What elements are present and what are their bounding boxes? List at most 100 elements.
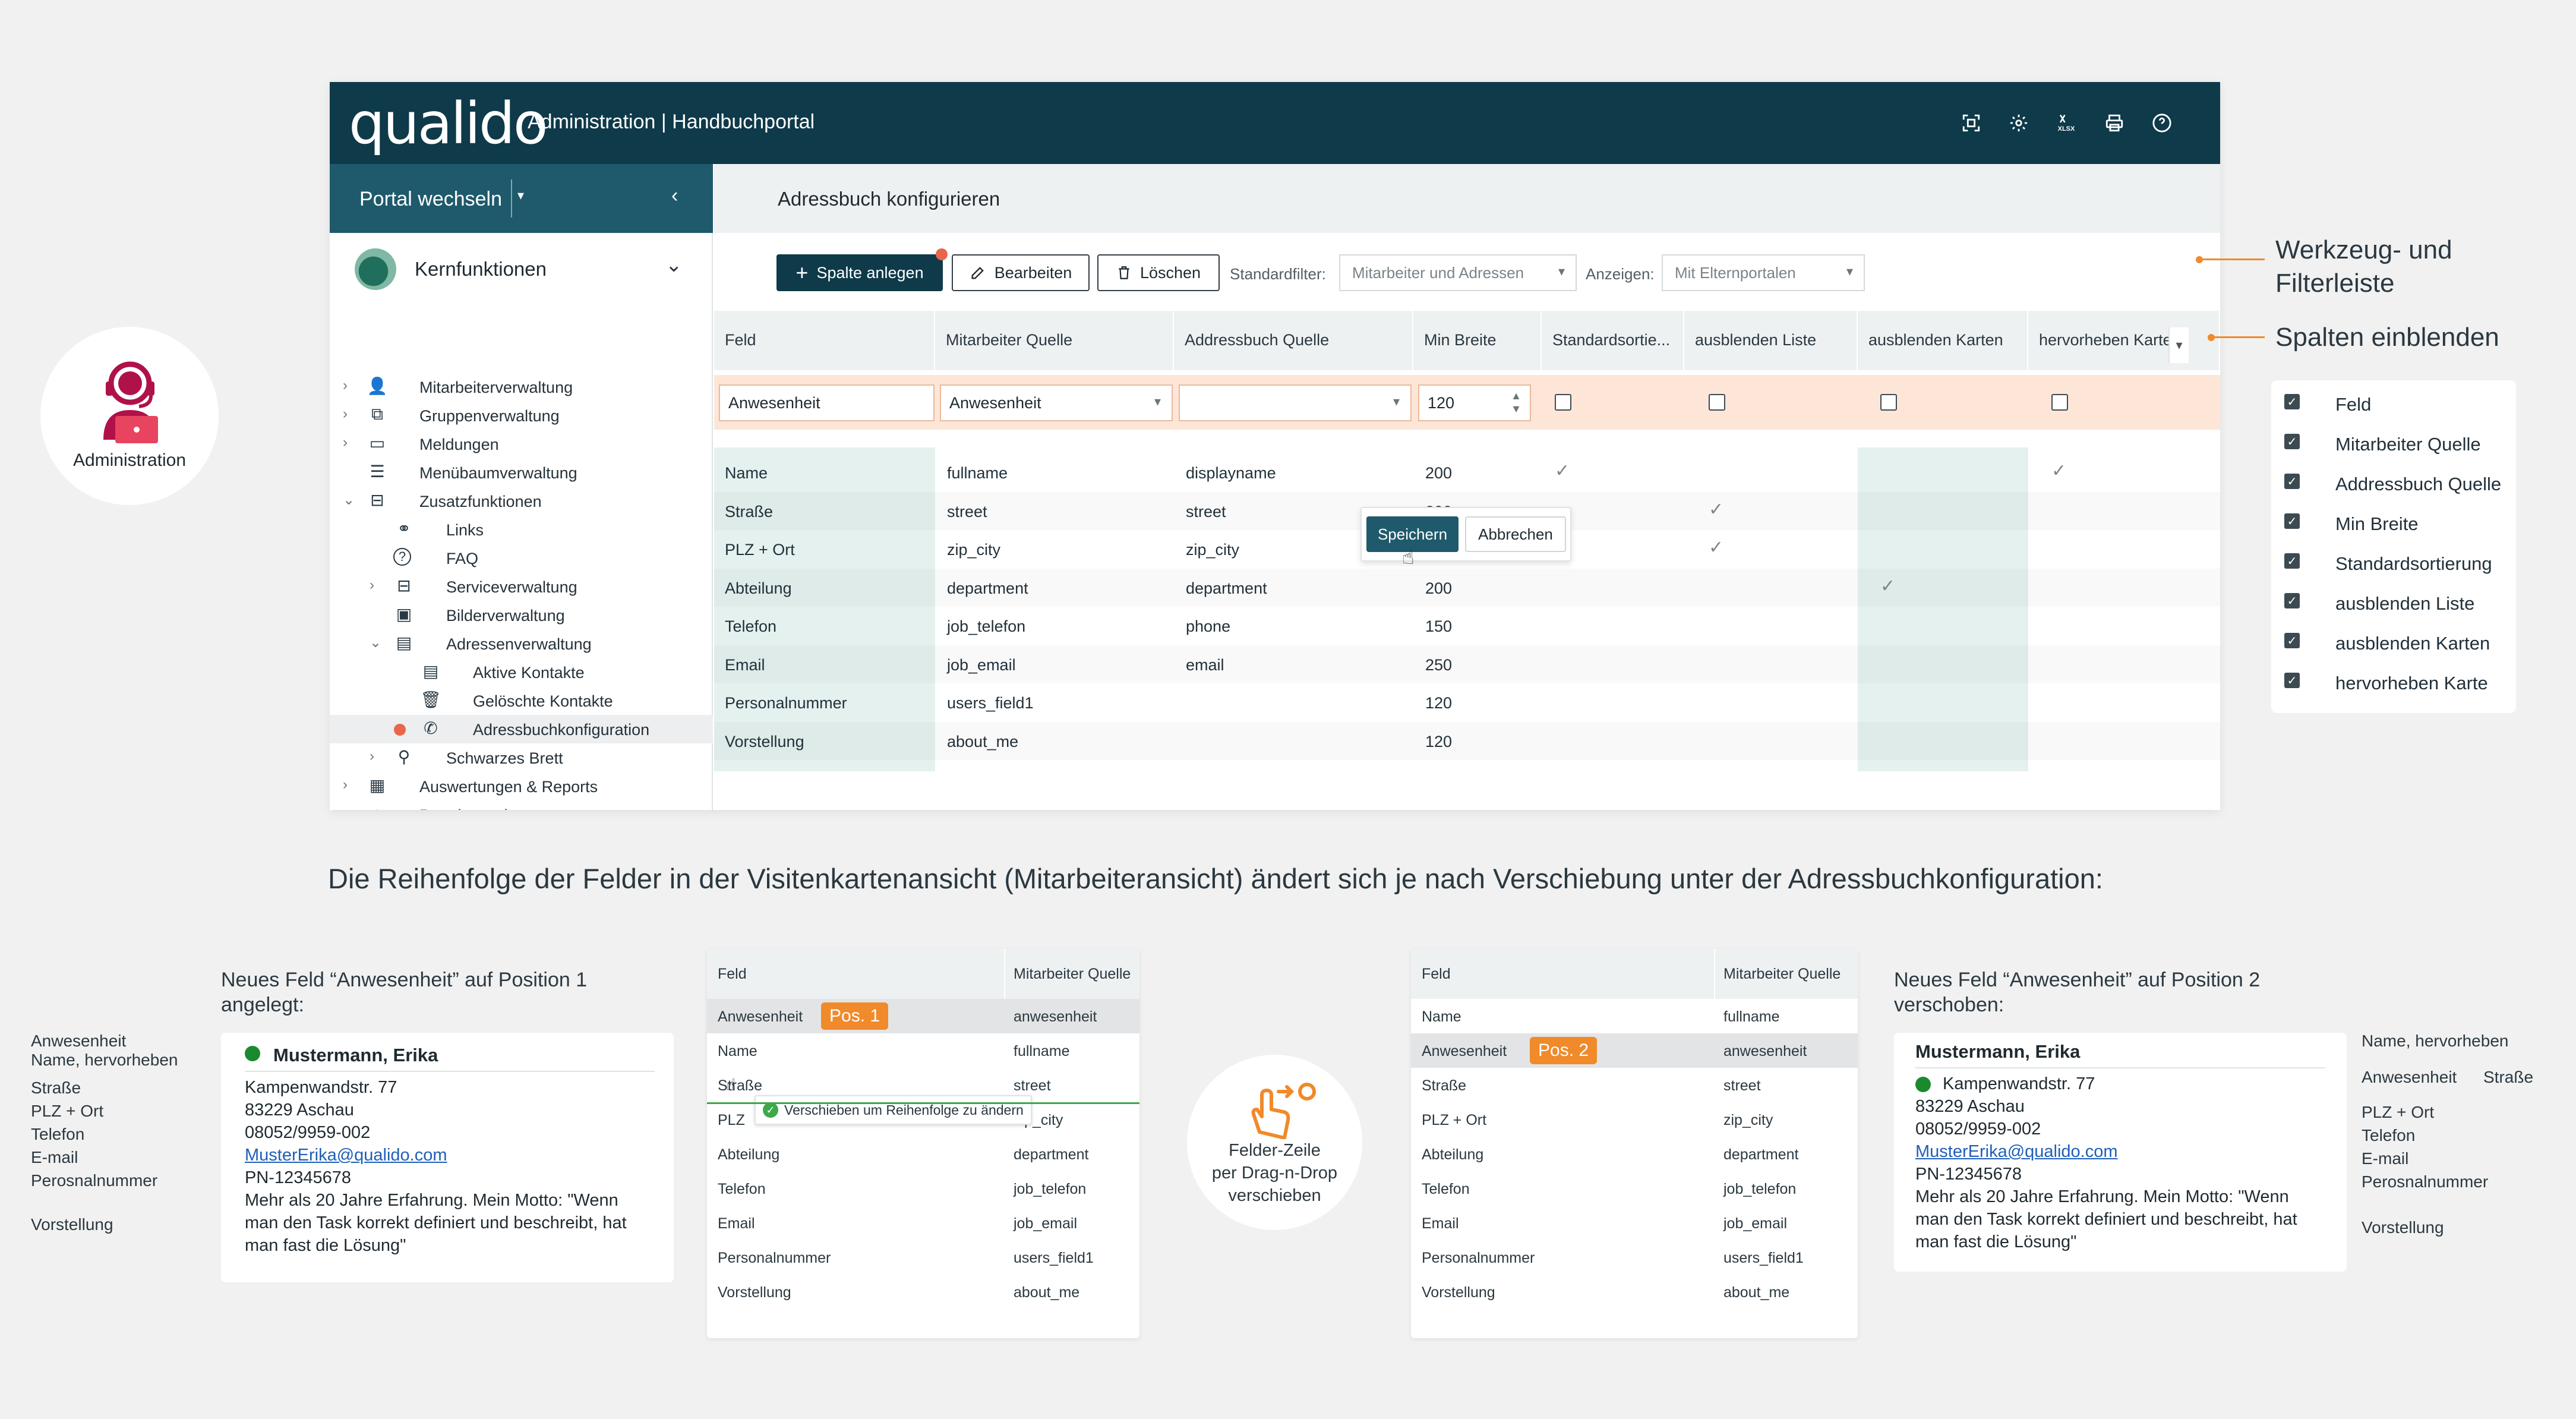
table-row[interactable]: Email job_email: [707, 1206, 1139, 1240]
table-row[interactable]: Abteilung department: [707, 1137, 1139, 1171]
column-toggle[interactable]: ✓ Standardsortierung: [2271, 543, 2516, 582]
chevron-down-icon[interactable]: ⌄: [665, 253, 683, 277]
table-row[interactable]: Name fullname: [707, 1033, 1139, 1068]
chevron-right-icon[interactable]: ›: [370, 577, 374, 594]
sidebar-item[interactable]: › ⊟ Serviceverwaltung: [330, 572, 713, 601]
column-header[interactable]: Mitarbeiter Quelle: [935, 311, 1174, 370]
table-row[interactable]: Anwesenheit anwesenheit Pos. 1: [707, 999, 1139, 1033]
checkbox-checked-icon[interactable]: ✓: [2284, 673, 2300, 688]
help-icon[interactable]: [2152, 113, 2172, 133]
column-header[interactable]: Feld: [714, 311, 935, 370]
checkbox-checked-icon[interactable]: ✓: [2284, 553, 2300, 569]
sidebar-item[interactable]: ? FAQ: [330, 544, 713, 572]
column-header[interactable]: ausblenden Liste: [1684, 311, 1858, 370]
column-toggle[interactable]: ✓ ausblenden Karten: [2271, 623, 2516, 662]
table-row[interactable]: Name fullname: [1411, 999, 1858, 1033]
sidebar-item[interactable]: › ⚲ Schwarzes Brett: [330, 743, 713, 772]
xlsx-icon[interactable]: XLSX: [2056, 113, 2076, 133]
add-column-button[interactable]: + Spalte anlegen: [776, 254, 943, 291]
chevron-down-icon[interactable]: ⌄: [370, 634, 381, 651]
cancel-button[interactable]: Abbrechen: [1465, 516, 1566, 552]
column-header[interactable]: Addressbuch Quelle: [1174, 311, 1413, 370]
min-breite-input[interactable]: 120 ▲ ▼: [1418, 384, 1531, 421]
table-row[interactable]: Vorstellung about_me: [707, 1275, 1139, 1309]
column-header[interactable]: Standardsortie...: [1542, 311, 1684, 370]
sidebar-item[interactable]: ⌄ ⊟ Zusatzfunktionen: [330, 487, 713, 515]
table-row[interactable]: Telefon job_telefon: [1411, 1171, 1858, 1206]
column-header[interactable]: Mitarbeiter Quelle: [1014, 966, 1131, 983]
table-row[interactable]: Email job_email: [1411, 1206, 1858, 1240]
table-row[interactable]: Personalnummer users_field1: [1411, 1240, 1858, 1275]
show-select[interactable]: Mit Elternportalen ▾: [1662, 254, 1865, 291]
spinner-icon[interactable]: ▲ ▼: [1511, 389, 1521, 415]
mitarbeiter-quelle-select[interactable]: Anwesenheit ▾: [940, 384, 1173, 421]
table-row[interactable]: Vorstellung about_me 120: [714, 722, 2220, 760]
sidebar-item[interactable]: ⌄ ▤ Adressenverwaltung: [330, 629, 713, 658]
card-email-link[interactable]: MusterErika@qualido.com: [245, 1146, 447, 1165]
chevron-down-icon[interactable]: ⌄: [343, 491, 355, 509]
table-row[interactable]: PLZ + Ort zip_city: [1411, 1102, 1858, 1137]
table-row[interactable]: Anwesenheit anwesenheit Pos. 2: [1411, 1033, 1858, 1068]
filter-select[interactable]: Mitarbeiter und Adressen ▾: [1339, 254, 1577, 291]
chevron-right-icon[interactable]: ›: [370, 748, 374, 765]
sidebar-item[interactable]: › ⧉ Gruppenverwaltung: [330, 401, 713, 430]
column-menu-caret-icon[interactable]: ▾: [2168, 327, 2189, 363]
gear-icon[interactable]: [2009, 113, 2029, 133]
table-row[interactable]: Personalnummer users_field1: [707, 1240, 1139, 1275]
table-row[interactable]: Abteilung department department 200 ✓: [714, 569, 2220, 607]
column-header[interactable]: ausblenden Karten: [1858, 311, 2028, 370]
edit-button[interactable]: Bearbeiten: [952, 254, 1090, 291]
chevron-right-icon[interactable]: ›: [343, 377, 348, 394]
table-row[interactable]: Telefon job_telefon phone 150: [714, 607, 2220, 645]
checkbox-checked-icon[interactable]: ✓: [2284, 593, 2300, 608]
table-row[interactable]: Vorstellung about_me: [1411, 1275, 1858, 1309]
table-row[interactable]: Personalnummer users_field1 120: [714, 683, 2220, 721]
card-email-link[interactable]: MusterErika@qualido.com: [1915, 1142, 2118, 1162]
delete-button[interactable]: Löschen: [1097, 254, 1220, 291]
sidebar-item[interactable]: ⚭ Links: [330, 515, 713, 544]
qualido-logo[interactable]: qualido: [349, 90, 548, 157]
table-row[interactable]: Telefon job_telefon: [707, 1171, 1139, 1206]
column-header[interactable]: Mitarbeiter Quelle: [1723, 966, 1841, 983]
column-header[interactable]: hervorheben Karte: [2028, 311, 2220, 370]
sidebar-item[interactable]: ▣ Bilderverwaltung: [330, 601, 713, 629]
sidebar-item[interactable]: 🗑 Gelöschte Kontakte: [330, 686, 713, 715]
sidebar-item[interactable]: ☰ Menübaumverwaltung: [330, 458, 713, 487]
column-toggle[interactable]: ✓ ausblenden Liste: [2271, 583, 2516, 622]
hervorheben-karte-checkbox[interactable]: [2051, 394, 2068, 411]
checkbox-checked-icon[interactable]: ✓: [2284, 434, 2300, 449]
checkbox-checked-icon[interactable]: ✓: [2284, 394, 2300, 409]
feld-input[interactable]: Anwesenheit: [719, 384, 935, 421]
table-row[interactable]: Name fullname displayname 200 ✓ ✓: [714, 453, 2220, 491]
sidebar-item[interactable]: › ▦ Auswertungen & Reports: [330, 772, 713, 800]
column-toggle[interactable]: ✓ Addressbuch Quelle: [2271, 463, 2516, 503]
ausblenden-karten-checkbox[interactable]: [1880, 394, 1897, 411]
sidebar-item[interactable]: ▤ Aktive Kontakte: [330, 658, 713, 686]
adressbuch-quelle-select[interactable]: ▾: [1179, 384, 1412, 421]
column-toggle[interactable]: ✓ Min Breite: [2271, 503, 2516, 543]
section-header-kernfunktionen[interactable]: Kernfunktionen ⌄: [330, 241, 713, 296]
table-row[interactable]: Abteilung department: [1411, 1137, 1858, 1171]
chevron-left-icon[interactable]: ‹: [671, 184, 678, 207]
portal-switch[interactable]: Portal wechseln ▾ ‹: [330, 164, 713, 233]
chevron-right-icon[interactable]: ›: [343, 406, 348, 422]
sidebar-item[interactable]: › 👤 Mitarbeiterverwaltung: [330, 373, 713, 401]
checkbox-checked-icon[interactable]: ✓: [2284, 633, 2300, 648]
column-header[interactable]: Min Breite: [1413, 311, 1542, 370]
scan-icon[interactable]: [1961, 113, 1981, 133]
sidebar-item[interactable]: ⌂ Portalverwaltung: [330, 800, 713, 810]
standardsortierung-checkbox[interactable]: [1555, 394, 1571, 411]
chevron-right-icon[interactable]: ›: [343, 434, 348, 451]
checkbox-checked-icon[interactable]: ✓: [2284, 474, 2300, 489]
caret-down-icon[interactable]: ▾: [517, 188, 524, 203]
column-toggle[interactable]: ✓ Feld: [2271, 384, 2516, 423]
sidebar-item[interactable]: › ▭ Meldungen: [330, 430, 713, 458]
chevron-right-icon[interactable]: ›: [343, 777, 348, 793]
sidebar-item[interactable]: ✆ Adressbuchkonfiguration: [330, 715, 713, 743]
column-toggle[interactable]: ✓ Mitarbeiter Quelle: [2271, 424, 2516, 463]
table-row[interactable]: Straße street: [1411, 1068, 1858, 1102]
column-header[interactable]: Feld: [718, 966, 747, 983]
print-icon[interactable]: [2104, 113, 2124, 133]
column-header[interactable]: Feld: [1422, 966, 1451, 983]
table-row[interactable]: Email job_email email 250: [714, 645, 2220, 683]
